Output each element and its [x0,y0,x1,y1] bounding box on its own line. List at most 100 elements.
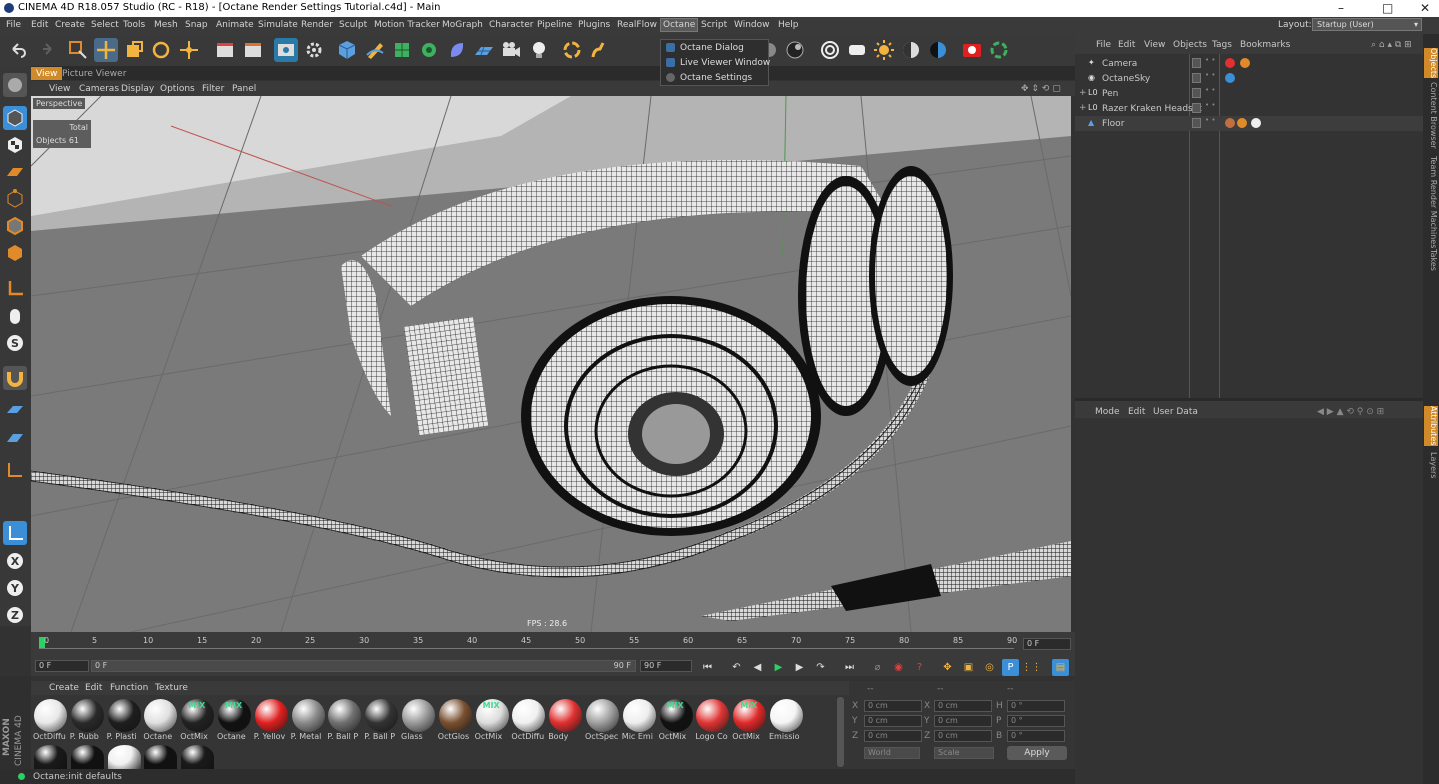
search-icon[interactable]: ⌕ ⌂ ▴ ⧉ ⊞ [1371,40,1412,50]
vp-menu-panel[interactable]: Panel [232,84,256,94]
visibility-dots-icon[interactable]: • • [1205,72,1215,79]
cube-button[interactable] [335,38,359,62]
pen-tool-button[interactable] [363,38,387,62]
render-picture-viewer-button[interactable] [241,38,265,62]
object-row[interactable]: ◉ OctaneSky • • [1075,71,1423,86]
material-swatch[interactable]: MIX OctMix [659,697,695,741]
menu-help[interactable]: Help [778,20,799,30]
attr-nav-icons[interactable]: ◀ ▶ ▲ ⟲ ⚲ ⊙ ⊞ [1317,407,1384,417]
menu-window[interactable]: Window [734,20,770,30]
solo-button[interactable]: S [3,331,27,355]
side-tab-objects[interactable]: Objects [1424,48,1438,79]
obj-menu-tags[interactable]: Tags [1212,40,1232,50]
visibility-dots-icon[interactable]: • • [1205,57,1215,64]
key-position-button[interactable]: ✥ [939,659,956,676]
goto-end-button[interactable]: ⏭ [841,659,858,676]
tab-picture-viewer[interactable]: Picture Viewer [57,67,131,80]
material-tag-icon[interactable] [1225,118,1235,128]
coord-value-field[interactable]: 0 cm [934,730,992,742]
side-tab-takes[interactable]: Takes [1424,249,1438,271]
edges-mode-button[interactable] [3,214,27,238]
next-key-button[interactable]: ↷ [812,659,829,676]
object-name[interactable]: OctaneSky [1102,74,1150,84]
object-row[interactable]: + L0 Pen • • [1075,86,1423,101]
attr-menu-mode[interactable]: Mode [1095,407,1120,417]
make-editable-button[interactable] [3,73,27,97]
object-row[interactable]: + L0 Razer Kraken Headset • • [1075,101,1423,116]
psr-button[interactable] [3,458,27,482]
viewport[interactable]: Perspective Total Objects 61 FPS : 28.6 [31,96,1071,632]
record-keys-button[interactable]: ⌀ [869,659,886,676]
prev-frame-button[interactable]: ◀ [749,659,766,676]
tweak-mode-button[interactable] [3,304,27,328]
live-selection-button[interactable] [66,38,90,62]
object-name[interactable]: Razer Kraken Headset [1102,104,1202,114]
visibility-dots-icon[interactable]: • • [1205,102,1215,109]
object-name[interactable]: Pen [1102,89,1118,99]
texture-mode-button[interactable] [3,133,27,157]
camera-button[interactable] [499,38,523,62]
deformer-button[interactable] [445,38,469,62]
coord-value-field[interactable]: 0 ° [1007,730,1065,742]
key-parameter-button[interactable]: P [1002,659,1019,676]
coord-value-field[interactable]: 0 cm [864,730,922,742]
coord-value-field[interactable]: 0 cm [864,715,922,727]
material-swatch[interactable] [70,745,104,769]
edit-render-toggle-icon[interactable] [1192,118,1201,128]
expand-toggle[interactable]: + [1079,88,1087,98]
material-swatch[interactable]: Octane [143,697,179,741]
menu-mesh[interactable]: Mesh [154,20,178,30]
material-swatch[interactable]: P. Yellov [254,697,290,741]
material-swatch[interactable]: P. Ball P [364,697,400,741]
y-axis-lock-button[interactable]: Y [3,576,27,600]
sculpt-button[interactable] [587,38,611,62]
mat-menu-edit[interactable]: Edit [85,683,102,693]
menu-motion-tracker[interactable]: Motion Tracker [374,20,440,30]
material-swatch[interactable]: Logo Co [695,697,731,741]
menu-pipeline[interactable]: Pipeline [537,20,572,30]
model-mode-button[interactable] [3,106,27,130]
octane-material-button[interactable] [783,38,807,62]
coord-value-field[interactable]: 0 ° [1007,700,1065,712]
octane-hdri-button[interactable] [899,38,923,62]
material-swatch[interactable]: MIX OctMix [732,697,768,741]
planar-workplane-button[interactable] [3,426,27,450]
coord-value-field[interactable]: 0 ° [1007,715,1065,727]
light-button[interactable] [527,38,551,62]
maximize-button[interactable]: □ [1382,1,1393,15]
protection-tag-icon[interactable] [1240,58,1250,68]
key-rotation-button[interactable]: ◎ [981,659,998,676]
menu-script[interactable]: Script [701,20,727,30]
octane-texture-env-button[interactable] [926,38,950,62]
menu-item-octane-settings[interactable]: Octane Settings [663,71,767,85]
material-tag-icon[interactable] [1237,118,1247,128]
redo-button[interactable] [34,38,58,62]
max-frame-field[interactable]: 90 F [640,660,692,672]
menu-animate[interactable]: Animate [216,20,254,30]
timeline-ruler[interactable]: 0 5 10 15 20 25 30 35 40 45 50 55 60 65 … [31,632,1075,658]
minimize-button[interactable]: – [1338,1,1344,15]
edit-render-toggle-icon[interactable] [1192,58,1201,68]
attr-menu-user-data[interactable]: User Data [1153,407,1198,417]
side-tab-team-render[interactable]: Team Render Machines [1424,156,1438,248]
side-tab-attributes[interactable]: Attributes [1424,406,1438,446]
timeline-button[interactable]: ▤ [1052,659,1069,676]
material-swatch[interactable]: MIX Octane [217,697,253,741]
attr-menu-edit[interactable]: Edit [1128,407,1145,417]
menu-simulate[interactable]: Simulate [258,20,298,30]
menu-realflow[interactable]: RealFlow [617,20,657,30]
menu-sculpt[interactable]: Sculpt [339,20,367,30]
octane-environment-tag-icon[interactable] [1225,73,1235,83]
key-pla-button[interactable]: ⋮⋮ [1022,659,1042,676]
range-slider[interactable]: 0 F 90 F [91,660,636,672]
render-view-button[interactable] [213,38,237,62]
menu-character[interactable]: Character [489,20,533,30]
menu-select[interactable]: Select [91,20,119,30]
object-name[interactable]: Camera [1102,59,1137,69]
mat-menu-texture[interactable]: Texture [155,683,188,693]
vp-menu-view[interactable]: View [49,84,70,94]
workplane-mode-button[interactable] [3,160,27,184]
vp-menu-display[interactable]: Display [121,84,154,94]
menu-edit[interactable]: Edit [31,20,48,30]
recycle-button[interactable] [560,38,584,62]
